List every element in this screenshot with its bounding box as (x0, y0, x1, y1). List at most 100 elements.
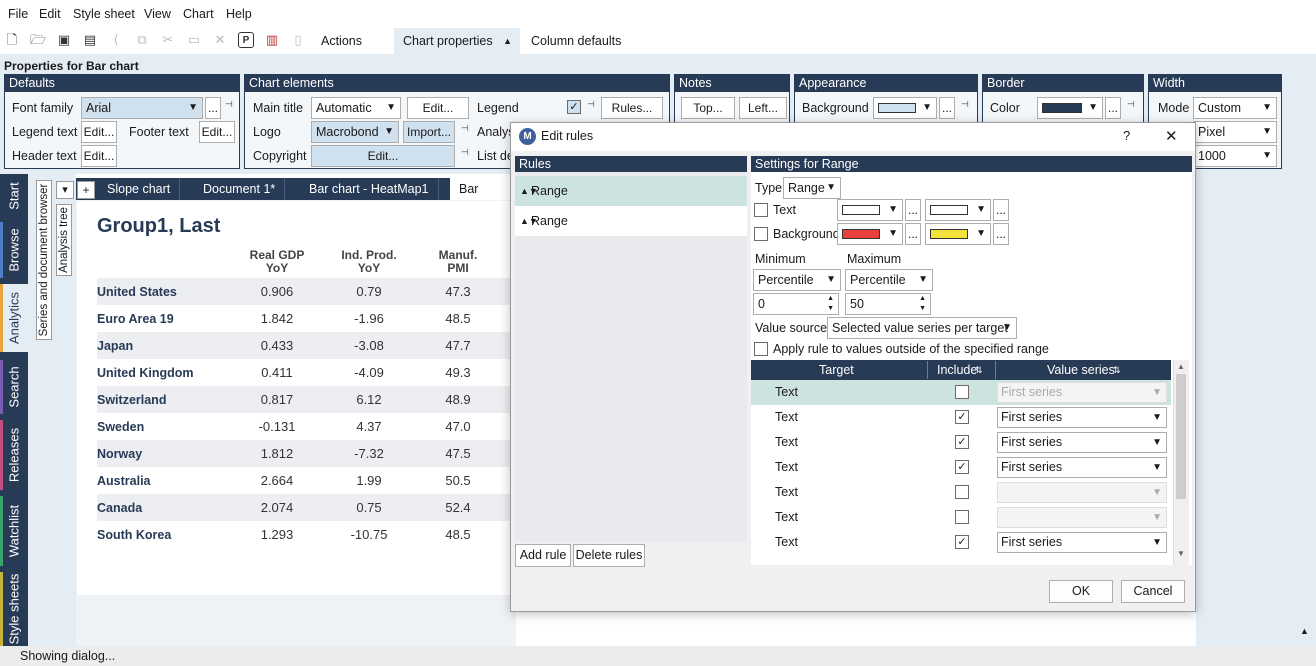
target-column-header[interactable]: Target (819, 360, 854, 380)
width-mode-select[interactable]: Custom ▼ (1193, 97, 1277, 119)
background-color-low-select[interactable]: ▼ (837, 223, 903, 245)
value-series-select[interactable]: First series ▼ (997, 432, 1167, 453)
menu-file[interactable]: File (8, 7, 28, 21)
value-series-select[interactable]: First series ▼ (997, 382, 1167, 403)
delete-rules-button[interactable]: Delete rules (573, 544, 645, 567)
value-series-column-header[interactable]: Value series (1047, 360, 1115, 380)
spinner-icon[interactable]: ▲ ▼ (919, 294, 926, 314)
font-more-button[interactable]: ... (205, 97, 221, 119)
menu-chart[interactable]: Chart (183, 7, 214, 21)
tab-chart-properties[interactable]: Chart properties ▲ (394, 28, 520, 54)
width-size-input[interactable]: 1000 ▼ (1193, 145, 1277, 167)
pin-icon[interactable]: ⊣ (1127, 99, 1135, 110)
ok-button[interactable]: OK (1049, 580, 1113, 603)
analysis-tree-tab[interactable]: Analysis tree (56, 204, 72, 276)
background-checkbox[interactable] (754, 227, 768, 241)
copy-icon[interactable]: ⧉ (134, 32, 150, 48)
font-family-select[interactable]: Arial ▼ (81, 97, 203, 119)
presentation-icon[interactable]: P (238, 32, 254, 48)
include-column-header[interactable]: Include (937, 360, 977, 380)
apply-outside-checkbox[interactable] (754, 342, 768, 356)
tab-list-dropdown[interactable]: ▾ (56, 181, 74, 199)
save-icon[interactable]: ▣ (56, 32, 72, 48)
text-color-high-more-button[interactable]: ... (993, 199, 1009, 221)
add-tab-button[interactable]: + (77, 181, 95, 199)
delete-icon[interactable]: ✕ (212, 32, 228, 48)
target-row[interactable]: Text ▼ (751, 505, 1171, 530)
text-color-high-select[interactable]: ▼ (925, 199, 991, 221)
cut-icon[interactable]: ✂ (160, 32, 176, 48)
include-checkbox[interactable]: ✓ (955, 410, 969, 424)
collapse-icon[interactable]: ▲ (503, 28, 512, 54)
target-row[interactable]: Text ✓ First series ▼ (751, 455, 1171, 480)
help-button[interactable]: ? (1123, 128, 1130, 143)
target-row[interactable]: Text First series ▼ (751, 380, 1171, 405)
text-checkbox[interactable] (754, 203, 768, 217)
add-rule-button[interactable]: Add rule (515, 544, 571, 567)
border-color-select[interactable]: ▼ (1037, 97, 1103, 119)
menu-help[interactable]: Help (226, 7, 252, 21)
include-checkbox[interactable]: ✓ (955, 535, 969, 549)
rule-item[interactable]: ▲▼ Range (515, 176, 747, 206)
doc-tab-bar-chart-heatmap[interactable]: Bar chart - HeatMap1 (300, 178, 439, 200)
sort-icon[interactable]: ⇅ (1113, 360, 1121, 380)
cancel-button[interactable]: Cancel (1121, 580, 1185, 603)
background-color-high-select[interactable]: ▼ (925, 223, 991, 245)
include-checkbox[interactable]: ✓ (955, 460, 969, 474)
scroll-down-icon[interactable]: ▼ (1177, 549, 1185, 558)
target-row[interactable]: Text ▼ (751, 480, 1171, 505)
type-select[interactable]: Range ▼ (783, 177, 841, 199)
minimum-mode-select[interactable]: Percentile ▼ (753, 269, 841, 291)
pin-icon[interactable]: ⊣ (587, 99, 595, 110)
rule-item[interactable]: ▲▼ Range (515, 206, 747, 236)
logo-select[interactable]: Macrobond ▼ (311, 121, 399, 143)
vtab-releases[interactable]: Releases (0, 420, 28, 490)
close-icon[interactable]: ✕ (1165, 127, 1178, 145)
chart-sheet[interactable]: Group1, Last Real GDP YoY Ind. Prod. YoY M… (77, 201, 516, 595)
pin-icon[interactable]: ⊣ (225, 99, 233, 110)
menu-style-sheet[interactable]: Style sheet (73, 7, 135, 21)
doc-tab-document-1[interactable]: Document 1* (194, 178, 286, 200)
targets-scrollbar[interactable]: ▲ ▼ (1173, 360, 1189, 565)
paste-icon[interactable]: ▭ (186, 32, 202, 48)
vtab-style-sheets[interactable]: Style sheets (0, 572, 28, 646)
menu-edit[interactable]: Edit (39, 7, 61, 21)
value-series-select[interactable]: ▼ (997, 507, 1167, 528)
spinner-icon[interactable]: ▲ ▼ (827, 294, 834, 314)
background-more-button[interactable]: ... (939, 97, 955, 119)
target-row[interactable]: Text ✓ First series ▼ (751, 405, 1171, 430)
legend-text-edit-button[interactable]: Edit... (81, 121, 117, 143)
new-document-icon[interactable]: 🗋 (4, 32, 20, 48)
pin-icon[interactable]: ⊣ (961, 99, 969, 110)
sort-icon[interactable]: ⇅ (975, 360, 983, 380)
value-series-select[interactable]: ▼ (997, 482, 1167, 503)
background-color-low-more-button[interactable]: ... (905, 223, 921, 245)
scroll-up-icon[interactable]: ▲ (1300, 626, 1309, 636)
target-row[interactable]: Text ✓ First series ▼ (751, 530, 1171, 555)
maximum-mode-select[interactable]: Percentile ▼ (845, 269, 933, 291)
border-more-button[interactable]: ... (1105, 97, 1121, 119)
doc-tab-slope-chart[interactable]: Slope chart (98, 178, 181, 200)
vtab-watchlist[interactable]: Watchlist (0, 496, 28, 566)
value-series-select[interactable]: First series ▼ (997, 407, 1167, 428)
vtab-analytics[interactable]: Analytics (0, 284, 28, 352)
ruler-icon[interactable]: ▯ (290, 32, 306, 48)
pin-icon[interactable]: ⊣ (461, 123, 469, 134)
pin-icon[interactable]: ⊣ (461, 147, 469, 158)
background-color-select[interactable]: ▼ (873, 97, 937, 119)
menu-view[interactable]: View (144, 7, 171, 21)
drag-handle-icon[interactable]: ▲▼ (520, 206, 538, 236)
logo-import-button[interactable]: Import... (403, 121, 455, 143)
value-series-select[interactable]: First series ▼ (997, 457, 1167, 478)
tab-actions[interactable]: Actions (312, 28, 371, 54)
bar-chart-icon[interactable]: ▥ (264, 32, 280, 48)
tab-column-defaults[interactable]: Column defaults (522, 28, 630, 54)
notes-left-button[interactable]: Left... (739, 97, 787, 119)
minimum-value-input[interactable]: 0 ▲ ▼ (753, 293, 839, 315)
legend-checkbox[interactable]: ✓ (567, 100, 581, 114)
vtab-search[interactable]: Search (0, 360, 28, 414)
main-title-select[interactable]: Automatic ▼ (311, 97, 401, 119)
vtab-start[interactable]: Start (0, 174, 28, 218)
main-title-edit-button[interactable]: Edit... (407, 97, 469, 119)
value-source-select[interactable]: Selected value series per target ▼ (827, 317, 1017, 339)
